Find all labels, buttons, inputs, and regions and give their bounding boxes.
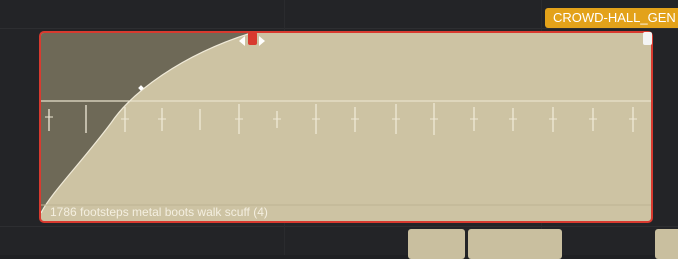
adjacent-clip-tag[interactable]: CROWD-HALL_GEN xyxy=(545,8,678,28)
track-divider xyxy=(0,28,678,29)
fade-in-handle[interactable] xyxy=(248,32,257,45)
fade-handle-left-arrow-icon xyxy=(239,36,245,46)
clip-waveform-and-fade xyxy=(41,33,651,214)
clip-end-handle[interactable] xyxy=(643,32,652,45)
clip-name-label: 1786 footsteps metal boots walk scuff (4… xyxy=(50,205,268,219)
track-divider xyxy=(0,226,678,227)
fade-handle-right-arrow-icon xyxy=(259,36,265,46)
audio-clip[interactable]: 1786 footsteps metal boots walk scuff (4… xyxy=(39,31,653,223)
